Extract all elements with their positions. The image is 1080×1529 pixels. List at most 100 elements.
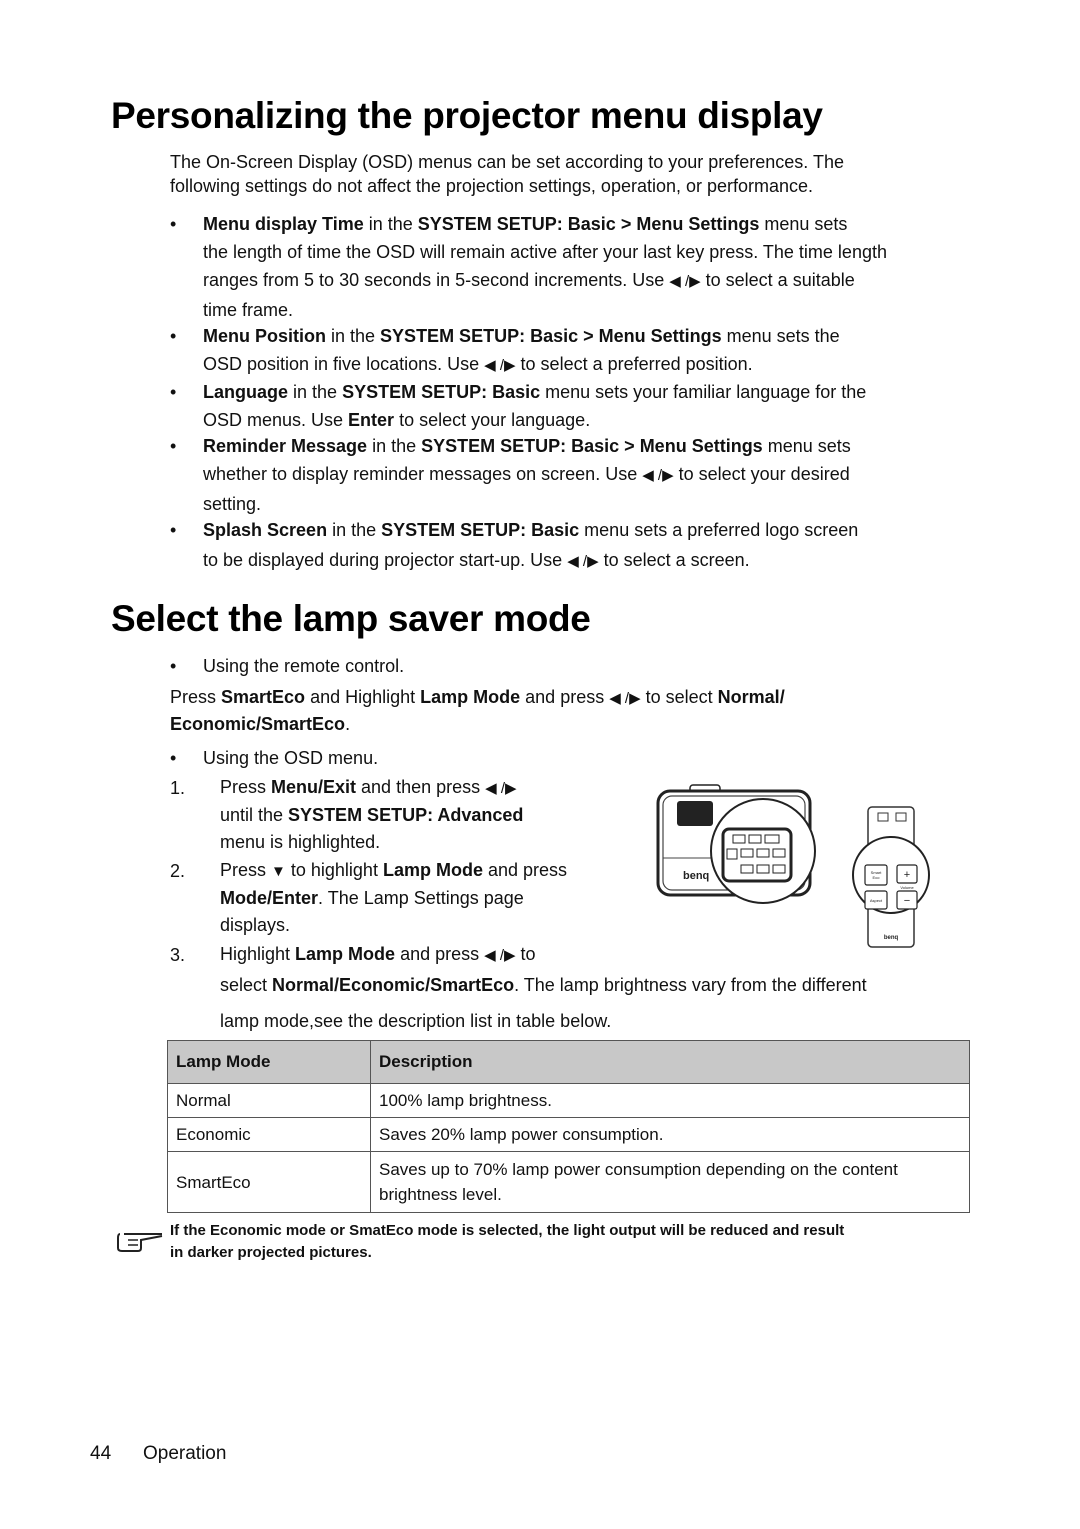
intro-line-2: following settings do not affect the pro… <box>170 176 814 196</box>
key-name: Menu/Exit <box>271 777 357 797</box>
bullet-dot: • <box>170 656 177 676</box>
text: menu sets <box>762 436 851 456</box>
note-line-1: If the Economic mode or SmatEco mode is … <box>170 1222 845 1239</box>
volume-label: Volume <box>900 885 914 890</box>
projector-brand-logo: benq <box>683 870 709 882</box>
text: . <box>345 714 351 734</box>
cell-mode: Normal <box>167 1083 371 1118</box>
text: and Highlight <box>305 687 421 707</box>
text: and then press <box>356 777 486 797</box>
cell-description: Saves up to 70% lamp power consumption d… <box>370 1151 970 1213</box>
cell-description: Saves 20% lamp power consumption. <box>370 1117 970 1152</box>
header-lamp-mode: Lamp Mode <box>167 1040 371 1084</box>
text: and press <box>395 944 485 964</box>
table-row: Normal 100% lamp brightness. <box>167 1083 970 1118</box>
text: in the <box>327 520 382 540</box>
bullet-menu-position: • Menu Position in the SYSTEM SETUP: Bas… <box>170 322 990 380</box>
text: whether to display reminder messages on … <box>203 464 643 484</box>
key-name: Lamp Mode <box>420 687 521 707</box>
aspect-key-label: Aspect <box>870 898 883 903</box>
key-name: Normal/Economic/SmartEco <box>272 975 515 995</box>
key-name: Lamp Mode <box>382 860 483 880</box>
volume-down-label: − <box>904 895 910 907</box>
menu-path: SYSTEM SETUP: Advanced <box>288 805 524 825</box>
text: Press <box>220 860 272 880</box>
panel-key <box>740 848 754 858</box>
text: . The lamp brightness vary from the diff… <box>514 975 867 995</box>
pointing-hand-icon <box>117 1233 163 1252</box>
text: menu sets the <box>721 326 840 346</box>
key-name: SmartEco <box>221 687 306 707</box>
text: in the <box>288 382 343 402</box>
note-text: If the Economic mode or SmatEco mode is … <box>170 1220 844 1264</box>
section-title-lamp-saver: Select the lamp saver mode <box>111 598 591 639</box>
term: Splash Screen <box>203 520 328 540</box>
remote-brand-logo: benq <box>884 935 899 941</box>
step-1: 1. Press Menu/Exit and then press ◀ /▶ u… <box>170 774 523 856</box>
text: menu sets your familiar language for the <box>540 382 867 402</box>
intro-line-1: The On-Screen Display (OSD) menus can be… <box>170 152 844 172</box>
note-line-2: in darker projected pictures. <box>170 1244 372 1261</box>
text: Press <box>220 777 272 797</box>
panel-key <box>756 864 770 874</box>
text: and press <box>482 860 568 880</box>
lamp-mode-table: Lamp Mode Description Normal 100% lamp b… <box>167 1040 970 1213</box>
step-2: 2. Press ▼ to highlight Lamp Mode and pr… <box>170 857 567 939</box>
key-name: Normal/ <box>717 687 785 707</box>
text: in the <box>363 214 418 234</box>
text: time frame. <box>203 300 294 320</box>
step-number: 2. <box>170 861 186 881</box>
panel-key <box>764 834 780 844</box>
key-name: Lamp Mode <box>295 944 396 964</box>
panel-key <box>740 864 754 874</box>
text: to select <box>640 687 718 707</box>
text: to select a preferred position. <box>515 354 753 374</box>
down-arrow-icon: ▼ <box>271 863 286 880</box>
bullet-remote-control: • Using the remote control. <box>170 652 404 680</box>
key-name: Economic/SmartEco <box>170 714 346 734</box>
text: Using the remote control. <box>203 656 405 676</box>
projector-illustration: benq <box>656 784 816 904</box>
text: to select a screen. <box>598 550 750 570</box>
text: menu is highlighted. <box>220 832 381 852</box>
left-right-arrow-icon: ◀ /▶ <box>485 780 517 797</box>
text: OSD menus. Use <box>203 410 349 430</box>
menu-path: SYSTEM SETUP: Basic > Menu Settings <box>417 214 760 234</box>
remote-key <box>895 812 907 822</box>
term: Reminder Message <box>203 436 368 456</box>
text: lamp mode,see the description list in ta… <box>220 1011 612 1031</box>
cell-mode: SmartEco <box>167 1151 371 1213</box>
intro-paragraph: The On-Screen Display (OSD) menus can be… <box>170 150 844 198</box>
text: in the <box>326 326 381 346</box>
remote-illustration: Smart Eco + Volume Aspect − benq <box>852 806 930 948</box>
bullet-dot: • <box>170 326 177 346</box>
bullet-dot: • <box>170 382 177 402</box>
cell-description: 100% lamp brightness. <box>370 1083 970 1118</box>
text: OSD position in five locations. Use <box>203 354 485 374</box>
left-right-arrow-icon: ◀ /▶ <box>669 273 701 290</box>
bullet-dot: • <box>170 748 177 768</box>
remote-instructions: Press SmartEco and Highlight Lamp Mode a… <box>170 683 970 735</box>
text: to select your language. <box>394 410 591 430</box>
text: ranges from 5 to 30 seconds in 5-second … <box>203 270 670 290</box>
term: Language <box>203 382 289 402</box>
step-number: 3. <box>170 945 186 965</box>
panel-key <box>732 834 746 844</box>
panel-key <box>756 848 770 858</box>
text: until the <box>220 805 289 825</box>
menu-path: SYSTEM SETUP: Basic > Menu Settings <box>421 436 763 456</box>
bullet-osd-menu: • Using the OSD menu. <box>170 744 378 772</box>
text: Press <box>170 687 222 707</box>
bullet-reminder-message: • Reminder Message in the SYSTEM SETUP: … <box>170 432 990 518</box>
smart-eco-key-label-2: Eco <box>873 875 881 880</box>
text: to highlight <box>285 860 383 880</box>
text: . The Lamp Settings page <box>318 888 524 908</box>
table-row: Economic Saves 20% lamp power consumptio… <box>167 1117 970 1152</box>
text: and press <box>520 687 610 707</box>
volume-up-label: + <box>904 869 910 881</box>
bullet-dot: • <box>170 520 177 540</box>
key-name: Mode/Enter <box>220 888 319 908</box>
panel-power-key <box>726 848 738 860</box>
header-description: Description <box>370 1040 970 1084</box>
left-right-arrow-icon: ◀ /▶ <box>609 690 641 707</box>
